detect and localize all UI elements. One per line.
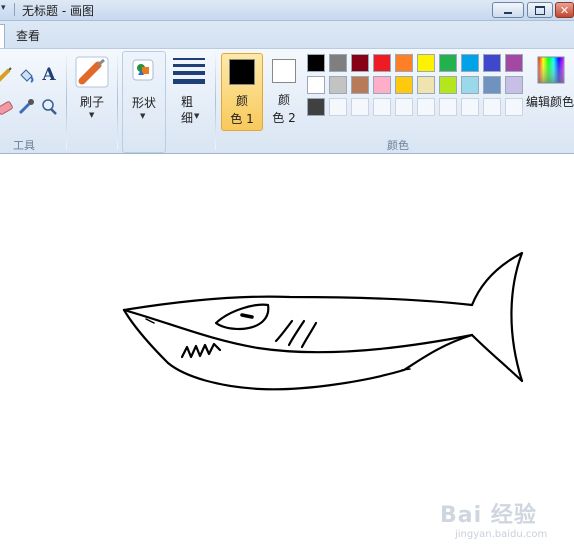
color2-swatch	[272, 59, 296, 83]
color1-swatch	[229, 59, 255, 85]
palette-swatch[interactable]	[461, 54, 479, 72]
group-separator	[215, 53, 216, 149]
palette-swatch[interactable]	[351, 76, 369, 94]
palette-swatch[interactable]	[505, 76, 523, 94]
palette-swatch[interactable]	[329, 98, 347, 116]
magnifier-icon	[42, 99, 57, 115]
shapes-dropdown-icon[interactable]: ▼	[140, 112, 145, 120]
paint-bucket-icon	[20, 69, 34, 83]
size-dropdown-icon[interactable]: ▼	[194, 112, 199, 120]
watermark-url: jingyan.baidu.com	[455, 529, 548, 540]
palette-swatch[interactable]	[439, 98, 457, 116]
eraser-tool[interactable]	[0, 97, 14, 117]
text-tool-icon: A	[42, 65, 56, 85]
close-icon: ✕	[559, 3, 570, 17]
edit-colors-label: 编辑颜色	[526, 95, 574, 109]
color1-label-line2: 色 1	[230, 112, 254, 126]
maximize-button[interactable]	[527, 2, 553, 18]
ribbon: A 工具 刷子 ▼ 形状 ▼ 粗 细 ▼ 颜 色 1 颜 色 2 颜色 编辑颜色	[0, 48, 574, 154]
color-spectrum-icon	[537, 56, 565, 84]
palette-swatch[interactable]	[373, 54, 391, 72]
eyedropper-icon	[18, 99, 34, 115]
color1-label-line1: 颜	[235, 94, 248, 108]
group-separator	[117, 53, 118, 149]
palette-swatch[interactable]	[395, 54, 413, 72]
palette-swatch[interactable]	[329, 54, 347, 72]
palette-swatch[interactable]	[395, 76, 413, 94]
palette-swatch[interactable]	[461, 98, 479, 116]
palette-swatch[interactable]	[439, 76, 457, 94]
pencil-tool[interactable]	[0, 65, 14, 85]
palette-swatch[interactable]	[307, 98, 325, 116]
minimize-button[interactable]	[492, 2, 524, 18]
window-title: 无标题 - 画图	[22, 4, 94, 18]
palette-swatch[interactable]	[395, 98, 413, 116]
palette-swatch[interactable]	[351, 98, 369, 116]
ribbon-tab-row: 查看	[0, 21, 574, 49]
color2-button[interactable]: 颜 色 2	[266, 53, 304, 131]
title-bar: ▾ 无标题 - 画图 ✕	[0, 0, 574, 21]
text-tool[interactable]: A	[39, 65, 59, 85]
shapes-button[interactable]: 形状 ▼	[122, 51, 166, 153]
brush-icon	[75, 56, 109, 88]
color-picker-tool[interactable]	[16, 97, 36, 117]
palette-swatch[interactable]	[329, 76, 347, 94]
maximize-icon	[535, 5, 545, 15]
palette-swatch[interactable]	[307, 76, 325, 94]
colors-group-label: 颜色	[387, 139, 409, 152]
color1-button[interactable]: 颜 色 1	[221, 53, 263, 131]
baidu-jingyan-watermark: Bai 经验	[440, 497, 537, 529]
shapes-label: 形状	[131, 96, 156, 110]
color2-label-line1: 颜	[277, 93, 290, 107]
close-button[interactable]: ✕	[555, 2, 574, 18]
palette-swatch[interactable]	[483, 76, 501, 94]
palette-swatch[interactable]	[483, 98, 501, 116]
palette-swatch[interactable]	[417, 76, 435, 94]
tab-home[interactable]	[0, 24, 5, 49]
edit-colors-button[interactable]	[536, 55, 566, 85]
brushes-dropdown-icon[interactable]: ▼	[89, 111, 94, 119]
shapes-icon	[132, 59, 154, 81]
tools-group-label: 工具	[13, 139, 35, 152]
palette-swatch[interactable]	[483, 54, 501, 72]
brushes-label: 刷子	[79, 95, 104, 109]
eraser-icon	[0, 101, 13, 115]
color2-label-line2: 色 2	[272, 111, 296, 125]
palette-swatch[interactable]	[439, 54, 457, 72]
fill-tool[interactable]	[16, 65, 36, 85]
palette-swatch[interactable]	[373, 76, 391, 94]
palette-swatch[interactable]	[461, 76, 479, 94]
minimize-icon	[504, 12, 512, 14]
quick-access-dropdown-icon[interactable]: ▾	[1, 3, 6, 13]
size-button[interactable]	[171, 57, 207, 87]
palette-swatch[interactable]	[417, 98, 435, 116]
size-label-line1: 粗	[180, 95, 193, 109]
pencil-icon	[0, 67, 12, 82]
watermark-brand: Bai 经验	[440, 503, 537, 528]
palette-swatch[interactable]	[417, 54, 435, 72]
magnifier-tool[interactable]	[39, 97, 59, 117]
palette-swatch[interactable]	[373, 98, 391, 116]
brushes-button[interactable]	[74, 55, 110, 89]
palette-swatch[interactable]	[505, 54, 523, 72]
tab-view[interactable]: 查看	[16, 27, 40, 44]
palette-swatch[interactable]	[307, 54, 325, 72]
palette-swatch[interactable]	[351, 54, 369, 72]
line-width-icon	[173, 58, 205, 84]
group-separator	[66, 53, 67, 149]
title-separator	[14, 3, 15, 16]
palette-swatch[interactable]	[505, 98, 523, 116]
